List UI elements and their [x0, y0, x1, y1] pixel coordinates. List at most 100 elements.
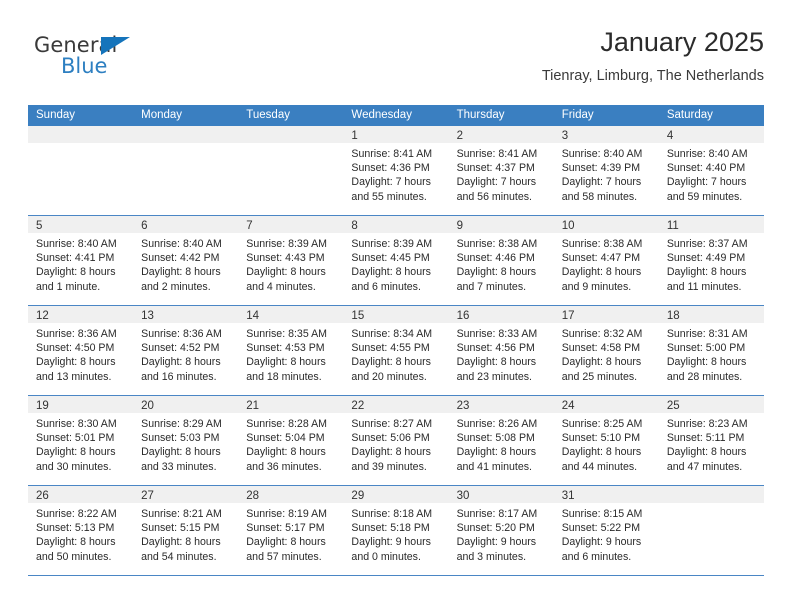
day-daylight1-text: Daylight: 8 hours — [561, 446, 642, 459]
day-daylight1-text: Daylight: 8 hours — [456, 446, 537, 459]
day-cell[interactable]: 12 Sunrise: 8:36 AM Sunset: 4:50 PM Dayligh… — [28, 306, 134, 395]
day-number: 4 — [666, 130, 674, 142]
day-number-bar: 7 — [238, 216, 344, 233]
day-daylight2-text: and 55 minutes. — [351, 190, 427, 203]
day-number-bar: 16 — [448, 306, 554, 323]
title-block: January 2025 Tienray, Limburg, The Nethe… — [542, 26, 764, 86]
day-cell[interactable]: 2 Sunrise: 8:41 AM Sunset: 4:37 PM Daylight… — [448, 126, 554, 215]
day-sun-info: Sunrise: 8:28 AM Sunset: 5:04 PM Daylight:… — [238, 413, 343, 474]
day-sunset-text: Sunset: 5:00 PM — [666, 342, 746, 355]
day-sunrise-text: Sunrise: 8:36 AM — [141, 328, 222, 340]
day-number-bar: 9 — [448, 216, 554, 233]
day-cell[interactable]: 29 Sunrise: 8:18 AM Sunset: 5:18 PM Dayligh… — [343, 486, 449, 575]
day-number-bar: 6 — [133, 216, 239, 233]
day-number-bar: 30 — [448, 486, 554, 503]
day-sunset-text: Sunset: 4:46 PM — [456, 252, 535, 265]
weekday-header-wednesday: Wednesday — [351, 109, 412, 121]
day-sunrise-text: Sunrise: 8:39 AM — [351, 238, 433, 250]
day-sunrise-text: Sunrise: 8:36 AM — [36, 328, 117, 340]
day-sun-info: Sunrise: 8:39 AM Sunset: 4:45 PM Daylight:… — [343, 233, 448, 294]
day-cell[interactable]: 22 Sunrise: 8:27 AM Sunset: 5:06 PM Dayligh… — [343, 396, 449, 485]
day-number: 16 — [456, 310, 470, 322]
page-title: January 2025 — [600, 27, 764, 57]
day-daylight2-text: and 25 minutes. — [561, 370, 638, 383]
day-cell[interactable]: 5 Sunrise: 8:40 AM Sunset: 4:41 PM Daylight… — [28, 216, 134, 305]
day-daylight2-text: and 50 minutes. — [36, 550, 112, 563]
day-number-bar: 27 — [133, 486, 239, 503]
day-cell[interactable]: 9 Sunrise: 8:38 AM Sunset: 4:46 PM Daylight… — [448, 216, 554, 305]
day-cell[interactable]: 13 Sunrise: 8:36 AM Sunset: 4:52 PM Dayligh… — [133, 306, 239, 395]
day-sunset-text: Sunset: 4:50 PM — [36, 342, 115, 355]
day-cell[interactable]: 8 Sunrise: 8:39 AM Sunset: 4:45 PM Daylight… — [343, 216, 449, 305]
day-number-bar: 10 — [553, 216, 659, 233]
day-cell[interactable]: 10 Sunrise: 8:38 AM Sunset: 4:47 PM Dayligh… — [553, 216, 659, 305]
day-cell[interactable]: 31 Sunrise: 8:15 AM Sunset: 5:22 PM Dayligh… — [553, 486, 659, 575]
day-cell[interactable]: 6 Sunrise: 8:40 AM Sunset: 4:42 PM Daylight… — [133, 216, 239, 305]
day-sun-info: Sunrise: 8:19 AM Sunset: 5:17 PM Daylight:… — [238, 503, 343, 564]
day-cell[interactable]: 4 Sunrise: 8:40 AM Sunset: 4:40 PM Daylight… — [658, 126, 764, 215]
day-cell[interactable]: 24 Sunrise: 8:25 AM Sunset: 5:10 PM Dayligh… — [553, 396, 659, 485]
day-number: 7 — [246, 220, 253, 232]
day-daylight1-text: Daylight: 8 hours — [36, 356, 116, 369]
day-cell[interactable]: 19 Sunrise: 8:30 AM Sunset: 5:01 PM Dayligh… — [28, 396, 134, 485]
day-sun-info: Sunrise: 8:17 AM Sunset: 5:20 PM Daylight:… — [449, 503, 554, 564]
day-sunrise-text: Sunrise: 8:18 AM — [351, 508, 433, 520]
weekday-header-tuesday: Tuesday — [246, 109, 290, 121]
day-number: 24 — [561, 400, 575, 412]
day-sunset-text: Sunset: 4:52 PM — [141, 342, 220, 355]
day-cell[interactable]: 3 Sunrise: 8:40 AM Sunset: 4:39 PM Daylight… — [553, 126, 659, 215]
day-sunset-text: Sunset: 5:08 PM — [456, 432, 535, 445]
day-daylight1-text: Daylight: 8 hours — [666, 266, 747, 279]
day-sun-info: Sunrise: 8:35 AM Sunset: 4:53 PM Daylight:… — [238, 323, 343, 384]
day-number: 9 — [456, 220, 463, 232]
day-cell-empty — [658, 486, 764, 575]
day-cell[interactable]: 15 Sunrise: 8:34 AM Sunset: 4:55 PM Dayligh… — [343, 306, 449, 395]
day-cell[interactable]: 11 Sunrise: 8:37 AM Sunset: 4:49 PM Dayligh… — [658, 216, 764, 305]
day-number: 5 — [36, 220, 43, 232]
day-sunrise-text: Sunrise: 8:37 AM — [666, 238, 748, 250]
day-number: 6 — [141, 220, 148, 232]
day-number: 22 — [351, 400, 365, 412]
day-cell[interactable]: 26 Sunrise: 8:22 AM Sunset: 5:13 PM Dayligh… — [28, 486, 134, 575]
weekday-header-monday: Monday — [141, 109, 183, 121]
day-cell[interactable]: 25 Sunrise: 8:23 AM Sunset: 5:11 PM Dayligh… — [658, 396, 764, 485]
day-daylight2-text: and 56 minutes. — [456, 190, 532, 203]
day-number-bar: 11 — [658, 216, 764, 233]
day-sunset-text: Sunset: 4:43 PM — [246, 252, 325, 265]
day-cell[interactable]: 27 Sunrise: 8:21 AM Sunset: 5:15 PM Dayligh… — [133, 486, 239, 575]
calendar-grid: Sunday Monday Tuesday Wednesday Thursday Frid… — [28, 105, 764, 576]
day-sunrise-text: Sunrise: 8:26 AM — [456, 418, 538, 430]
day-cell[interactable]: 20 Sunrise: 8:29 AM Sunset: 5:03 PM Dayligh… — [133, 396, 239, 485]
day-cell[interactable]: 7 Sunrise: 8:39 AM Sunset: 4:43 PM Daylight… — [238, 216, 344, 305]
day-cell[interactable]: 17 Sunrise: 8:32 AM Sunset: 4:58 PM Dayligh… — [553, 306, 659, 395]
day-sunrise-text: Sunrise: 8:40 AM — [36, 238, 117, 250]
day-cell[interactable]: 28 Sunrise: 8:19 AM Sunset: 5:17 PM Dayligh… — [238, 486, 344, 575]
day-sunset-text: Sunset: 5:03 PM — [141, 432, 220, 445]
day-sunset-text: Sunset: 5:06 PM — [351, 432, 430, 445]
day-sunset-text: Sunset: 4:58 PM — [561, 342, 641, 355]
day-cell[interactable]: 18 Sunrise: 8:31 AM Sunset: 5:00 PM Dayligh… — [658, 306, 764, 395]
day-cell[interactable]: 14 Sunrise: 8:35 AM Sunset: 4:53 PM Dayligh… — [238, 306, 344, 395]
day-sun-info: Sunrise: 8:38 AM Sunset: 4:47 PM Daylight:… — [554, 233, 659, 294]
day-sun-info: Sunrise: 8:40 AM Sunset: 4:39 PM Daylight:… — [554, 143, 659, 204]
day-sunrise-text: Sunrise: 8:19 AM — [246, 508, 327, 520]
weekday-header-sunday: Sunday — [36, 109, 76, 121]
day-cell[interactable]: 23 Sunrise: 8:26 AM Sunset: 5:08 PM Dayligh… — [448, 396, 554, 485]
day-daylight2-text: and 3 minutes. — [456, 550, 527, 563]
day-number-bar: 31 — [553, 486, 659, 503]
day-cell[interactable]: 21 Sunrise: 8:28 AM Sunset: 5:04 PM Dayligh… — [238, 396, 344, 485]
weekday-header-saturday: Saturday — [666, 109, 713, 121]
day-cell[interactable]: 1 Sunrise: 8:41 AM Sunset: 4:36 PM Daylight… — [343, 126, 449, 215]
day-sunrise-text: Sunrise: 8:23 AM — [666, 418, 748, 430]
day-sunrise-text: Sunrise: 8:34 AM — [351, 328, 433, 340]
day-number-bar: 1 — [343, 126, 449, 143]
day-sunset-text: Sunset: 4:42 PM — [141, 252, 220, 265]
day-daylight1-text: Daylight: 8 hours — [246, 356, 326, 369]
general-blue-logo[interactable]: General Blue — [34, 34, 164, 82]
day-daylight1-text: Daylight: 8 hours — [246, 536, 326, 549]
day-sun-info: Sunrise: 8:18 AM Sunset: 5:18 PM Daylight:… — [343, 503, 448, 564]
day-cell[interactable]: 30 Sunrise: 8:17 AM Sunset: 5:20 PM Dayligh… — [448, 486, 554, 575]
day-cell[interactable]: 16 Sunrise: 8:33 AM Sunset: 4:56 PM Dayligh… — [448, 306, 554, 395]
day-sun-info: Sunrise: 8:40 AM Sunset: 4:40 PM Daylight:… — [659, 143, 764, 204]
day-sunset-text: Sunset: 4:41 PM — [36, 252, 115, 265]
